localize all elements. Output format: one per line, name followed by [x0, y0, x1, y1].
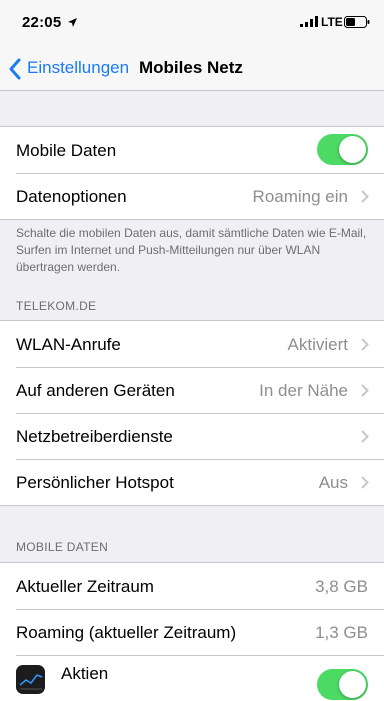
wlan-calls-value: Aktiviert	[287, 335, 348, 354]
stocks-data-toggle[interactable]	[317, 669, 368, 700]
other-devices-row[interactable]: Auf anderen Geräten In der Nähe	[0, 367, 384, 413]
section-header-telekom: TELEKOM.DE	[16, 299, 97, 313]
navigation-bar: Einstellungen Mobiles Netz	[0, 46, 384, 91]
chevron-right-icon	[361, 430, 369, 443]
wlan-calls-row[interactable]: WLAN-Anrufe Aktiviert	[0, 321, 384, 367]
personal-hotspot-value: Aus	[318, 473, 348, 492]
personal-hotspot-row[interactable]: Persönlicher Hotspot Aus	[0, 459, 384, 505]
mobile-data-usage-group: Aktueller Zeitraum 3,8 GB Roaming (aktue…	[0, 562, 384, 701]
section-header-mobile-data: MOBILE DATEN	[16, 540, 109, 554]
carrier-services-row[interactable]: Netzbetreiberdienste	[0, 413, 384, 459]
data-options-value: Roaming ein	[252, 187, 348, 206]
current-period-label: Aktueller Zeitraum	[16, 577, 154, 596]
other-devices-label: Auf anderen Geräten	[16, 381, 175, 400]
signal-bars-icon	[300, 16, 318, 27]
roaming-period-label: Roaming (aktueller Zeitraum)	[16, 623, 237, 642]
roaming-period-value: 1,3 GB	[315, 623, 368, 642]
back-chevron-icon[interactable]	[8, 58, 22, 80]
mobile-data-label: Mobile Daten	[16, 141, 117, 160]
telekom-group: WLAN-Anrufe Aktiviert Auf anderen Geräte…	[0, 320, 384, 506]
other-devices-value: In der Nähe	[259, 381, 348, 400]
battery-icon	[344, 16, 370, 28]
data-options-row[interactable]: Datenoptionen Roaming ein	[0, 173, 384, 219]
wlan-calls-label: WLAN-Anrufe	[16, 335, 121, 354]
status-bar: 22:05 LTE	[0, 0, 384, 46]
current-period-value: 3,8 GB	[315, 577, 368, 596]
chevron-right-icon	[361, 338, 369, 351]
roaming-period-row: Roaming (aktueller Zeitraum) 1,3 GB	[0, 609, 384, 655]
chevron-right-icon	[361, 384, 369, 397]
network-type: LTE	[321, 15, 343, 29]
mobile-data-toggle[interactable]	[317, 134, 368, 165]
page-title: Mobiles Netz	[139, 58, 243, 77]
location-arrow-icon	[68, 18, 77, 27]
carrier-services-label: Netzbetreiberdienste	[16, 427, 173, 446]
back-button[interactable]: Einstellungen	[27, 58, 129, 78]
chevron-right-icon	[361, 190, 369, 203]
mobile-data-group: Mobile Daten Datenoptionen Roaming ein	[0, 126, 384, 220]
chevron-right-icon	[361, 476, 369, 489]
app-row-stocks[interactable]: Aktien	[0, 655, 384, 701]
mobile-data-footer-note: Schalte die mobilen Daten aus, damit säm…	[16, 226, 367, 274]
stocks-icon	[16, 665, 45, 694]
status-time: 22:05	[22, 14, 62, 31]
current-period-row: Aktueller Zeitraum 3,8 GB	[0, 563, 384, 609]
mobile-data-row[interactable]: Mobile Daten	[0, 127, 384, 173]
app-label-stocks: Aktien	[61, 664, 109, 683]
data-options-label: Datenoptionen	[16, 187, 127, 206]
personal-hotspot-label: Persönlicher Hotspot	[16, 473, 174, 492]
